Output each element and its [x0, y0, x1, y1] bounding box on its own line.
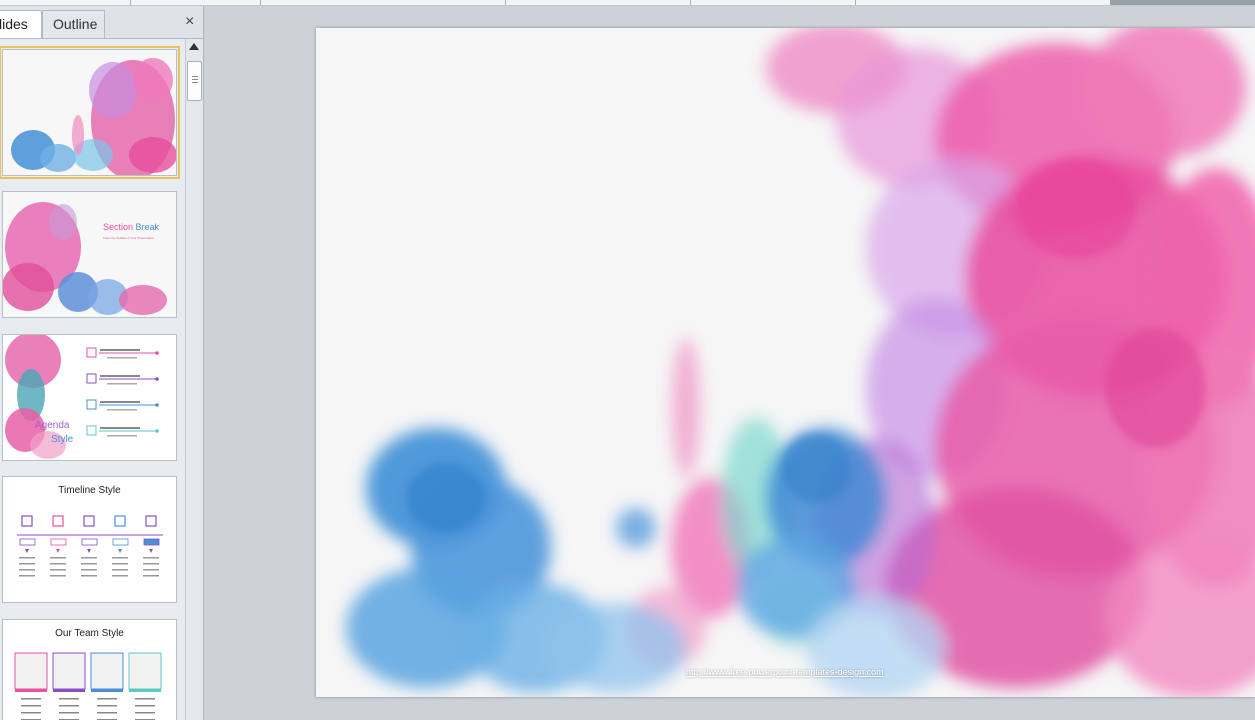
agenda-dot [155, 403, 159, 407]
team-text-line [135, 698, 155, 700]
team-photo-frame [14, 652, 48, 690]
team-text-line [21, 698, 41, 700]
thumb-agenda-title-2: Style [51, 434, 74, 445]
slides-pane: lides Outline × Section Break Insert the… [0, 6, 204, 720]
tab-slides[interactable]: lides [0, 10, 42, 38]
team-thumbnail-image [14, 652, 162, 720]
team-name-bar [129, 689, 161, 692]
timeline-text-line [112, 575, 128, 577]
timeline-text-line [112, 569, 128, 571]
timeline-text-line [143, 575, 159, 577]
ink-smoke-background-image [316, 28, 1255, 697]
timeline-label-box [81, 538, 98, 546]
timeline-text-line [112, 563, 128, 565]
timeline-icon-box [145, 515, 157, 527]
timeline-text-line [19, 575, 35, 577]
agenda-text-line [100, 401, 140, 403]
slide-thumbnail-4[interactable]: Timeline Style [2, 476, 177, 603]
timeline-text-line [81, 569, 97, 571]
slide-thumbnail-3[interactable]: Agenda Style [2, 334, 177, 461]
timeline-thumbnail-image [17, 515, 163, 577]
timeline-marker [25, 549, 29, 553]
agenda-subtext-line [107, 357, 137, 359]
agenda-text-line [100, 375, 140, 377]
agenda-dot [155, 351, 159, 355]
agenda-subtext-line [107, 383, 137, 385]
timeline-text-line [50, 569, 66, 571]
timeline-text-line [50, 563, 66, 565]
thumbnail-scrollbar[interactable] [185, 39, 203, 720]
team-name-bar [53, 689, 85, 692]
team-name-bar [91, 689, 123, 692]
timeline-icon-box [83, 515, 95, 527]
timeline-text-line [50, 557, 66, 559]
ink-smoke-thumbnail-image [3, 50, 176, 175]
agenda-text-line [100, 427, 140, 429]
timeline-text-line [19, 557, 35, 559]
slide-thumbnail-list: Section Break Insert the Subtitle of You… [0, 39, 185, 720]
current-slide[interactable]: http://www.free-powerpoint-templates-des… [316, 28, 1255, 697]
scroll-up-arrow-icon[interactable] [189, 43, 199, 50]
timeline-text-line [81, 575, 97, 577]
agenda-thumbnail-image [3, 335, 176, 460]
timeline-text-line [19, 563, 35, 565]
timeline-text-line [19, 569, 35, 571]
timeline-text-line [143, 569, 159, 571]
pane-tabs: lides Outline × [0, 6, 203, 39]
timeline-label-box [50, 538, 67, 546]
timeline-marker [149, 549, 153, 553]
slide-thumbnail-5[interactable]: Our Team Style [2, 619, 177, 720]
team-photo-frame [52, 652, 86, 690]
thumb-section-title-2: Break [135, 222, 160, 232]
team-text-line [21, 705, 41, 707]
team-text-line [21, 712, 41, 714]
agenda-dot [155, 377, 159, 381]
ink-smoke-thumbnail-image [3, 192, 176, 317]
timeline-text-line [112, 557, 128, 559]
slide-thumbnail-2[interactable]: Section Break Insert the Subtitle of You… [2, 191, 177, 318]
tab-outline[interactable]: Outline [42, 10, 105, 38]
timeline-label-box [112, 538, 129, 546]
slide-thumbnail-1[interactable] [0, 46, 180, 179]
team-text-line [97, 698, 117, 700]
thumb-section-title: Section [103, 222, 134, 232]
timeline-text-line [143, 563, 159, 565]
agenda-dot [155, 429, 159, 433]
timeline-marker [56, 549, 60, 553]
timeline-icon-box [52, 515, 64, 527]
timeline-text-line [50, 575, 66, 577]
scrollbar-thumb[interactable] [187, 61, 202, 101]
timeline-text-line [143, 557, 159, 559]
team-text-line [59, 705, 79, 707]
timeline-text-line [81, 557, 97, 559]
timeline-text-line [81, 563, 97, 565]
team-text-line [135, 712, 155, 714]
team-photo-frame [128, 652, 162, 690]
team-text-line [97, 712, 117, 714]
timeline-icon-box [114, 515, 126, 527]
team-photo-frame [90, 652, 124, 690]
team-text-line [135, 705, 155, 707]
agenda-subtext-line [107, 435, 137, 437]
close-pane-icon[interactable]: × [185, 14, 194, 30]
agenda-text-line [100, 349, 140, 351]
agenda-subtext-line [107, 409, 137, 411]
timeline-label-box [19, 538, 36, 546]
timeline-label-box [143, 538, 160, 546]
team-text-line [59, 712, 79, 714]
thumb-agenda-title: Agenda [35, 420, 70, 431]
timeline-icon-box [21, 515, 33, 527]
footer-link[interactable]: http://www.free-powerpoint-templates-des… [686, 667, 884, 677]
team-name-bar [15, 689, 47, 692]
timeline-marker [118, 549, 122, 553]
thumb-section-subtitle: Insert the Subtitle of Your Presentation [103, 236, 155, 240]
team-text-line [59, 698, 79, 700]
team-text-line [97, 705, 117, 707]
timeline-marker [87, 549, 91, 553]
